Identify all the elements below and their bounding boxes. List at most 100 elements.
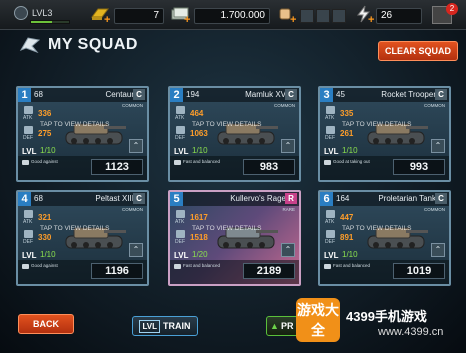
card-footer: Fast and balanced 983: [170, 156, 299, 180]
squad-card[interactable]: 5 Kullervo's Rage R RARE ATK 1617 TAP TO VIEW …: [168, 190, 301, 286]
upgrade-chevron-icon[interactable]: ⌃: [129, 139, 143, 153]
add-energy-button[interactable]: +: [368, 14, 374, 26]
rarity-label: RARE: [282, 207, 295, 212]
atk-label: ATK: [325, 115, 335, 121]
def-value: 1063: [190, 129, 208, 138]
def-value: 275: [38, 129, 52, 138]
unit-level: 1/10: [342, 146, 358, 155]
card-footer: Fast and balanced 1019: [320, 260, 449, 284]
unit-power: 194: [186, 90, 200, 99]
skill-vehicle-icon: [22, 160, 29, 165]
tap-to-view-hint: TAP TO VIEW DETAILS: [342, 121, 412, 128]
atk-label: ATK: [175, 115, 185, 121]
card-footer: Good against 1123: [18, 156, 147, 180]
skill-text: Good at taking out: [333, 159, 370, 164]
defense-icon: [326, 230, 335, 238]
attack-icon: [24, 106, 33, 114]
upgrade-chevron-icon[interactable]: ⌃: [129, 243, 143, 257]
tap-to-view-hint: TAP TO VIEW DETAILS: [342, 225, 412, 232]
add-gold-button[interactable]: +: [104, 14, 110, 26]
atk-value: 336: [38, 109, 52, 118]
upgrade-chevron-icon[interactable]: ⌃: [431, 243, 445, 257]
def-value: 261: [340, 129, 354, 138]
def-label: DEF: [325, 239, 335, 245]
level-label: LVL: [324, 251, 339, 260]
energy-amount: 26: [376, 8, 422, 24]
tap-to-view-hint: TAP TO VIEW DETAILS: [40, 121, 110, 128]
train-button[interactable]: LVL TRAIN: [132, 316, 198, 336]
player-level-label: LVL3: [32, 8, 53, 18]
skill-text: Fast and balanced: [183, 263, 221, 268]
atk-value: 447: [340, 213, 354, 222]
unit-vehicle-image: [217, 123, 278, 145]
skill-text: Good against: [31, 263, 58, 268]
watermark-text: 4399手机游戏: [346, 309, 427, 324]
squad-card[interactable]: 2 194 Mamluk XV C COMMON ATK 464 TAP TO VIEW DE…: [168, 86, 301, 182]
boost-slot-3[interactable]: [332, 9, 346, 23]
grade-badge: C: [133, 89, 145, 100]
squad-card[interactable]: 3 45 Rocket Trooper C COMMON ATK 335 TAP TO VIE…: [318, 86, 451, 182]
skill-text: Fast and balanced: [183, 159, 221, 164]
squad-card[interactable]: 1 68 Centaur C COMMON ATK 336 TAP TO VIEW DETAI…: [16, 86, 149, 182]
rarity-label: COMMON: [424, 103, 445, 108]
skill-text: Fast and balanced: [333, 263, 371, 268]
back-button[interactable]: BACK: [18, 314, 74, 334]
atk-label: ATK: [325, 219, 335, 225]
squad-emblem-icon: [19, 37, 41, 54]
player-level[interactable]: LVL3: [14, 6, 52, 20]
add-boost-button[interactable]: +: [290, 14, 296, 26]
top-bar: LVL3 + 7 + 1.700.000 + + 26 2: [0, 0, 466, 30]
attack-icon: [326, 106, 335, 114]
card-header: 1 68 Centaur C: [18, 88, 147, 102]
skill-vehicle-icon: [174, 264, 181, 269]
atk-value: 464: [190, 109, 204, 118]
upgrade-chevron-icon[interactable]: ⌃: [281, 139, 295, 153]
card-footer: Fast and balanced 2189: [170, 260, 299, 284]
add-cash-button[interactable]: +: [184, 14, 190, 26]
attack-icon: [24, 210, 33, 218]
squad-card[interactable]: 4 68 Peltast XIII C COMMON ATK 321 TAP TO VIEW …: [16, 190, 149, 286]
attack-icon: [176, 106, 185, 114]
card-header: 6 164 Proletarian Tank C: [320, 192, 449, 206]
grade-badge: C: [435, 89, 447, 100]
level-label: LVL: [174, 251, 189, 260]
defense-icon: [176, 126, 185, 134]
upgrade-chevron-icon[interactable]: ⌃: [281, 243, 295, 257]
slot-number: 1: [18, 88, 31, 102]
level-label: LVL: [22, 147, 37, 156]
page-title: MY SQUAD: [48, 36, 138, 53]
level-label: LVL: [324, 147, 339, 156]
boost-slot-2[interactable]: [316, 9, 330, 23]
tap-to-view-hint: TAP TO VIEW DETAILS: [192, 121, 262, 128]
atk-label: ATK: [175, 219, 185, 225]
unit-level: 1/10: [40, 146, 56, 155]
upgrade-chevron-icon[interactable]: ⌃: [431, 139, 445, 153]
skill-vehicle-icon: [22, 264, 29, 269]
train-lvl-icon: LVL: [139, 320, 160, 333]
defense-icon: [326, 126, 335, 134]
attack-icon: [326, 210, 335, 218]
unit-score: 2189: [243, 263, 295, 279]
unit-name: Centaur: [105, 90, 134, 99]
rarity-label: COMMON: [122, 207, 143, 212]
grade-badge: C: [133, 193, 145, 204]
unit-name: Kullervo's Rage: [230, 194, 286, 203]
unit-score: 993: [393, 159, 445, 175]
unit-vehicle-image: [367, 123, 428, 145]
grade-badge: C: [285, 89, 297, 100]
mail-count-badge: 2: [446, 3, 458, 15]
unit-score: 1196: [91, 263, 143, 279]
clear-squad-button[interactable]: CLEAR SQUAD: [378, 41, 458, 61]
unit-score: 1123: [91, 159, 143, 175]
squad-card[interactable]: 6 164 Proletarian Tank C COMMON ATK 447 TAP TO …: [318, 190, 451, 286]
boost-slot-1[interactable]: [300, 9, 314, 23]
rarity-label: COMMON: [122, 103, 143, 108]
skill-text: Good against: [31, 159, 58, 164]
watermark-logo: 游戏大全: [296, 298, 340, 342]
xp-bar: [30, 20, 70, 24]
unit-power: 164: [336, 194, 350, 203]
unit-power: 68: [34, 194, 43, 203]
def-label: DEF: [23, 239, 33, 245]
train-label: TRAIN: [163, 321, 191, 331]
skill-vehicle-icon: [324, 264, 331, 269]
